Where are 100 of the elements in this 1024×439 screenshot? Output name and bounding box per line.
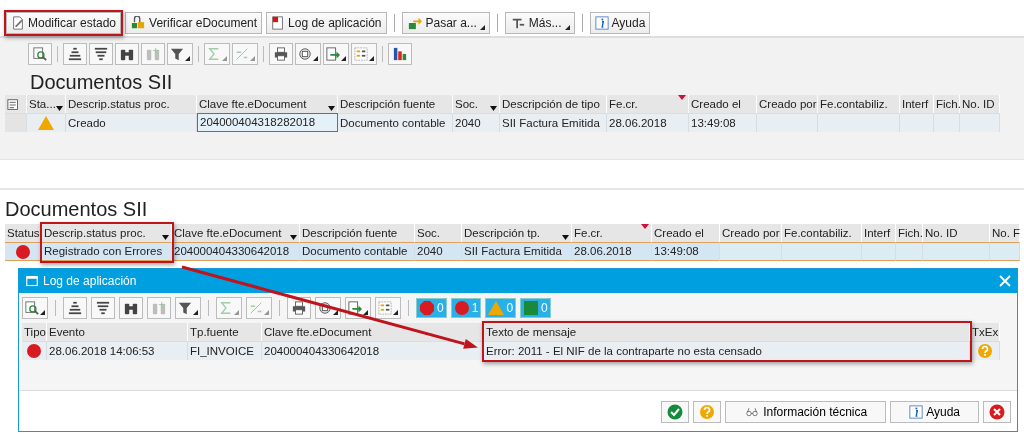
toolbar-button[interactable] (63, 43, 87, 65)
toolbar-button[interactable] (22, 297, 48, 319)
toolbar-button[interactable] (63, 297, 87, 319)
toolbar-button[interactable]: Modificar estado (6, 11, 122, 34)
binoculars-icon (120, 47, 134, 61)
toolbar-button[interactable] (89, 43, 113, 65)
caret-icon (264, 310, 269, 315)
column-header[interactable]: Interf (900, 95, 934, 113)
column-header[interactable]: Descripción tp. (462, 224, 572, 242)
column-header[interactable]: Creado el (652, 224, 720, 242)
table-cell: 28.06.2018 14:06:53 (47, 341, 188, 360)
column-header[interactable]: No. ID (923, 224, 990, 242)
column-header[interactable]: Interf (862, 224, 896, 242)
column-header[interactable]: Descrip.status proc. (42, 224, 172, 242)
printer-icon (274, 47, 288, 61)
export-icon (348, 301, 362, 315)
toolbar-button[interactable]: Log de aplicación (266, 11, 387, 34)
column-header[interactable]: Creado por (720, 224, 782, 242)
column-header[interactable]: Creado por (757, 95, 818, 113)
error-icon (453, 300, 470, 316)
caret-icon (333, 310, 338, 315)
column-header[interactable]: Descripción de tipo (500, 95, 607, 113)
document-icon (271, 15, 286, 30)
window-icon (25, 275, 39, 287)
caret-icon (250, 56, 255, 61)
column-header[interactable]: Descripción fuente (338, 95, 453, 113)
column-header[interactable]: Tipo (22, 323, 47, 341)
filter-icon (178, 301, 192, 315)
column-header[interactable]: Fe.contabiliz. (818, 95, 900, 113)
toolbar-button[interactable] (375, 297, 401, 319)
toolbar-button[interactable]: Más... (504, 11, 575, 34)
sort-descending-icon (94, 47, 108, 61)
export-icon (326, 47, 340, 61)
column-header[interactable]: No. ID (960, 95, 1000, 113)
column-header[interactable]: TxEx (970, 323, 1000, 341)
table-cell: SII Factura Emitida (462, 242, 572, 261)
column-header[interactable]: Fe.cr. (607, 95, 689, 113)
table-cell: 204000404318282018 (197, 113, 338, 132)
toolbar-button[interactable] (351, 43, 377, 65)
confirm-button[interactable] (661, 401, 690, 423)
toolbar-button[interactable] (119, 297, 143, 319)
column-header[interactable]: Tp.fuente (188, 323, 262, 341)
cancel-button[interactable] (983, 401, 1011, 423)
toolbar-button[interactable] (175, 297, 201, 319)
column-header[interactable]: Fe.contabiliz. (782, 224, 862, 242)
caret-icon (193, 310, 198, 315)
table-cell: Error: 2011 - El NIF de la contraparte no esta censado (484, 341, 970, 360)
edit-icon (11, 15, 25, 30)
check-icon (667, 404, 684, 420)
caret-icon (363, 310, 368, 315)
help-button[interactable]: Ayuda (890, 401, 979, 423)
technical-info-button[interactable]: Información técnica (725, 401, 887, 423)
subtotal-icon (235, 47, 249, 61)
toolbar-button[interactable] (167, 43, 193, 65)
table-cell: 204000404330642018 (262, 341, 484, 360)
column-header[interactable]: Fich. (934, 95, 960, 113)
toolbar-button[interactable] (388, 43, 412, 65)
column-header[interactable]: Texto de mensaje (484, 323, 970, 341)
close-icon[interactable] (999, 275, 1011, 287)
magnifier-icon (25, 301, 39, 315)
column-header[interactable]: Clave fte.eDocument (172, 224, 300, 242)
caret-icon (313, 56, 318, 61)
column-header[interactable]: Descripción fuente (300, 224, 415, 242)
column-header[interactable]: No. F (990, 224, 1020, 242)
table-cell: Registrado con Errores (42, 242, 172, 261)
column-header[interactable]: Fich. (896, 224, 923, 242)
sort-marker-icon (678, 95, 686, 100)
toolbar-button[interactable] (269, 43, 293, 65)
table-cell: FI_INVOICE (188, 341, 262, 360)
caret-icon (479, 24, 485, 30)
binoculars-icon (146, 47, 160, 61)
table-cell: Documento contable (300, 242, 415, 261)
table-cell: SII Factura Emitida (500, 113, 607, 132)
toolbar-button[interactable] (115, 43, 139, 65)
toolbar-button[interactable] (28, 43, 52, 65)
table-cell: 28.06.2018 (572, 242, 652, 261)
toolbar-button[interactable] (323, 43, 349, 65)
view-icon (298, 47, 312, 61)
column-header[interactable]: Sta... (27, 95, 66, 113)
toolbar-button[interactable] (295, 43, 321, 65)
subtotal-icon (249, 301, 263, 315)
filter-icon (170, 47, 184, 61)
sort-ascending-icon (68, 47, 82, 61)
column-header[interactable]: Descrip.status proc. (66, 95, 197, 113)
select-all-icon[interactable] (7, 97, 21, 112)
column-header[interactable]: Creado el (689, 95, 757, 113)
column-header[interactable]: Fe.cr. (572, 224, 652, 242)
column-header[interactable]: Soc. (415, 224, 462, 242)
column-header[interactable]: Clave fte.eDocument (197, 95, 338, 113)
column-header[interactable]: Soc. (453, 95, 500, 113)
question-icon (699, 404, 716, 420)
toolbar-button[interactable] (91, 297, 115, 319)
column-header[interactable]: Status (5, 224, 42, 242)
column-header[interactable]: Clave fte.eDocument (262, 323, 484, 341)
filter-marker-icon (162, 235, 169, 240)
toolbar-button[interactable]: Pasar a... (401, 11, 490, 34)
column-header[interactable]: Evento (47, 323, 188, 341)
table-cell: 2040 (415, 242, 462, 261)
toolbar-button[interactable]: Ayuda (589, 11, 651, 34)
toolbar-button[interactable]: Verificar eDocument (125, 11, 263, 34)
